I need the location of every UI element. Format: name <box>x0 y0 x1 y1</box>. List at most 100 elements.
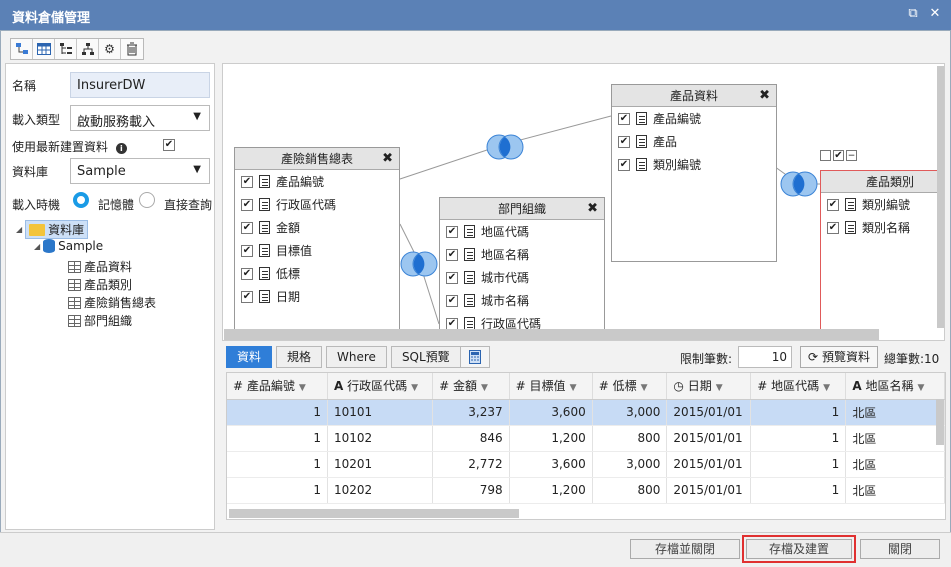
entity-category[interactable]: 產品類別 ✔ 類別編號 ✔ 類別名稱 <box>820 170 944 340</box>
cell[interactable]: 3,237 <box>432 399 510 426</box>
cell[interactable]: 800 <box>592 425 668 452</box>
cell[interactable]: 北區 <box>845 477 945 504</box>
cell[interactable]: 3,000 <box>592 451 668 478</box>
field-checkbox[interactable]: ✔ <box>618 112 630 125</box>
cell[interactable]: 3,600 <box>509 399 593 426</box>
field-checkbox[interactable]: ✔ <box>241 221 253 234</box>
save-and-build-button[interactable]: 存檔及建置 <box>742 535 856 563</box>
tree-db[interactable]: ◢ Sample <box>34 239 103 253</box>
limit-input[interactable]: 10 <box>738 346 792 368</box>
cell[interactable]: 1 <box>227 425 328 452</box>
trash-icon[interactable] <box>121 39 143 59</box>
entity-field[interactable]: ✔ 低標 <box>235 262 399 285</box>
cell[interactable]: 1,200 <box>509 425 593 452</box>
entity-product[interactable]: 產品資料 ✖ ✔ 產品編號 ✔ 產品 ✔ 類別編號 <box>611 84 777 262</box>
close-icon[interactable]: ✖ <box>382 148 393 170</box>
table-row[interactable]: 1 10201 2,772 3,600 3,000 2015/01/01 1 北… <box>227 451 945 478</box>
field-checkbox[interactable]: ✔ <box>618 135 630 148</box>
cell[interactable]: 3,000 <box>592 399 668 426</box>
field-checkbox[interactable]: ✔ <box>618 158 630 171</box>
canvas-hscrollbar[interactable] <box>224 329 879 340</box>
tree-table[interactable]: 部門組織 <box>68 312 132 329</box>
relation-canvas[interactable]: 產險銷售總表 ✖ ✔ 產品編號 ✔ 行政區代碼 ✔ 金額 ✔ 目標值 ✔ 低標 ✔ 日期 部… <box>222 63 945 341</box>
field-checkbox[interactable]: ✔ <box>446 225 458 238</box>
column-header[interactable]: # 金額 ▼ <box>432 373 510 400</box>
column-header[interactable]: A 行政區代碼 ▼ <box>327 373 434 400</box>
chevron-down-icon[interactable]: ▼ <box>823 383 830 393</box>
tree-icon[interactable] <box>55 39 77 59</box>
tab-spec[interactable]: 規格 <box>276 346 323 368</box>
cell[interactable]: 2015/01/01 <box>666 451 752 478</box>
collapse-icon[interactable]: ◢ <box>34 242 40 251</box>
cell[interactable]: 1 <box>750 451 847 478</box>
field-checkbox[interactable]: ✔ <box>241 175 253 188</box>
cell[interactable]: 北區 <box>845 451 945 478</box>
database-select[interactable]: Sample ▼ <box>70 158 210 184</box>
cell[interactable]: 1 <box>227 477 328 504</box>
cell[interactable]: 2,772 <box>432 451 510 478</box>
entity-field[interactable]: ✔ 城市代碼 <box>440 266 604 289</box>
column-header[interactable]: A 地區名稱 ▼ <box>845 373 945 400</box>
canvas-vscrollbar[interactable] <box>937 66 944 328</box>
entity-field[interactable]: ✔ 目標值 <box>235 239 399 262</box>
cell[interactable]: 1 <box>227 451 328 478</box>
grid-vscrollbar[interactable] <box>936 399 944 445</box>
field-checkbox[interactable]: ✔ <box>827 221 839 234</box>
entity-sales[interactable]: 產險銷售總表 ✖ ✔ 產品編號 ✔ 行政區代碼 ✔ 金額 ✔ 目標值 ✔ 低標 ✔ 日期 <box>234 147 400 340</box>
cell[interactable]: 10202 <box>327 477 434 504</box>
entity-field[interactable]: ✔ 地區名稱 <box>440 243 604 266</box>
entity-field[interactable]: ✔ 類別名稱 <box>821 216 944 239</box>
cell[interactable]: 1 <box>750 477 847 504</box>
select-partial-checkbox[interactable]: − <box>846 150 857 161</box>
cell[interactable]: 1 <box>750 425 847 452</box>
field-checkbox[interactable]: ✔ <box>241 244 253 257</box>
chevron-down-icon[interactable]: ▼ <box>411 383 418 393</box>
tree-table[interactable]: 產險銷售總表 <box>68 294 156 311</box>
close-icon[interactable]: ✖ <box>587 198 598 220</box>
save-and-close-button[interactable]: 存檔並關閉 <box>630 539 740 559</box>
column-header[interactable]: # 目標值 ▼ <box>509 373 593 400</box>
entity-field[interactable]: ✔ 類別編號 <box>821 193 944 216</box>
cell[interactable]: 1,200 <box>509 477 593 504</box>
entity-field[interactable]: ✔ 類別編號 <box>612 153 776 176</box>
entity-field[interactable]: ✔ 地區代碼 <box>440 220 604 243</box>
entity-field[interactable]: ✔ 行政區代碼 <box>235 193 399 216</box>
field-checkbox[interactable]: ✔ <box>446 248 458 261</box>
cell[interactable]: 846 <box>432 425 510 452</box>
close-icon[interactable]: ✕ <box>928 6 942 22</box>
field-checkbox[interactable]: ✔ <box>446 271 458 284</box>
field-checkbox[interactable]: ✔ <box>241 267 253 280</box>
column-header[interactable]: # 產品編號 ▼ <box>227 373 328 400</box>
chevron-down-icon[interactable]: ▼ <box>716 383 723 393</box>
field-checkbox[interactable]: ✔ <box>827 198 839 211</box>
load-type-select[interactable]: 啟動服務載入 ▼ <box>70 105 210 131</box>
select-all-checkbox[interactable]: ✔ <box>833 150 844 161</box>
tab-sql-preview[interactable]: SQL預覽 <box>390 346 461 368</box>
entity-field[interactable]: ✔ 產品編號 <box>612 107 776 130</box>
chevron-down-icon[interactable]: ▼ <box>641 383 648 393</box>
entity-field[interactable]: ✔ 城市名稱 <box>440 289 604 312</box>
cell[interactable]: 2015/01/01 <box>666 477 752 504</box>
entity-header[interactable]: 產品類別 <box>821 171 944 193</box>
chevron-down-icon[interactable]: ▼ <box>570 383 577 393</box>
table-row[interactable]: 1 10101 3,237 3,600 3,000 2015/01/01 1 北… <box>227 399 945 426</box>
diagram-icon[interactable] <box>11 39 33 59</box>
data-grid[interactable]: # 產品編號 ▼ A 行政區代碼 ▼ # 金額 ▼ # 目標值 ▼ # 低標 ▼ ◷ 日期… <box>226 372 946 520</box>
column-header[interactable]: # 地區代碼 ▼ <box>750 373 847 400</box>
collapse-icon[interactable]: ◢ <box>16 225 22 234</box>
gear-icon[interactable]: ⚙ <box>99 39 121 59</box>
entity-field[interactable]: ✔ 金額 <box>235 216 399 239</box>
cell[interactable]: 北區 <box>845 399 945 426</box>
hierarchy-icon[interactable] <box>77 39 99 59</box>
entity-dept[interactable]: 部門組織 ✖ ✔ 地區代碼 ✔ 地區名稱 ✔ 城市代碼 ✔ 城市名稱 ✔ 行政區代碼 <box>439 197 605 340</box>
tree-root[interactable]: ◢ 資料庫 <box>16 220 89 239</box>
field-checkbox[interactable]: ✔ <box>241 198 253 211</box>
table-row[interactable]: 1 10202 798 1,200 800 2015/01/01 1 北區 <box>227 477 945 504</box>
cell[interactable]: 10201 <box>327 451 434 478</box>
cell[interactable]: 3,600 <box>509 451 593 478</box>
chevron-down-icon[interactable]: ▼ <box>917 383 924 393</box>
tab-data[interactable]: 資料 <box>226 346 273 368</box>
entity-field[interactable]: ✔ 產品 <box>612 130 776 153</box>
tree-table[interactable]: 產品類別 <box>68 276 132 293</box>
radio-memory[interactable] <box>73 192 89 208</box>
